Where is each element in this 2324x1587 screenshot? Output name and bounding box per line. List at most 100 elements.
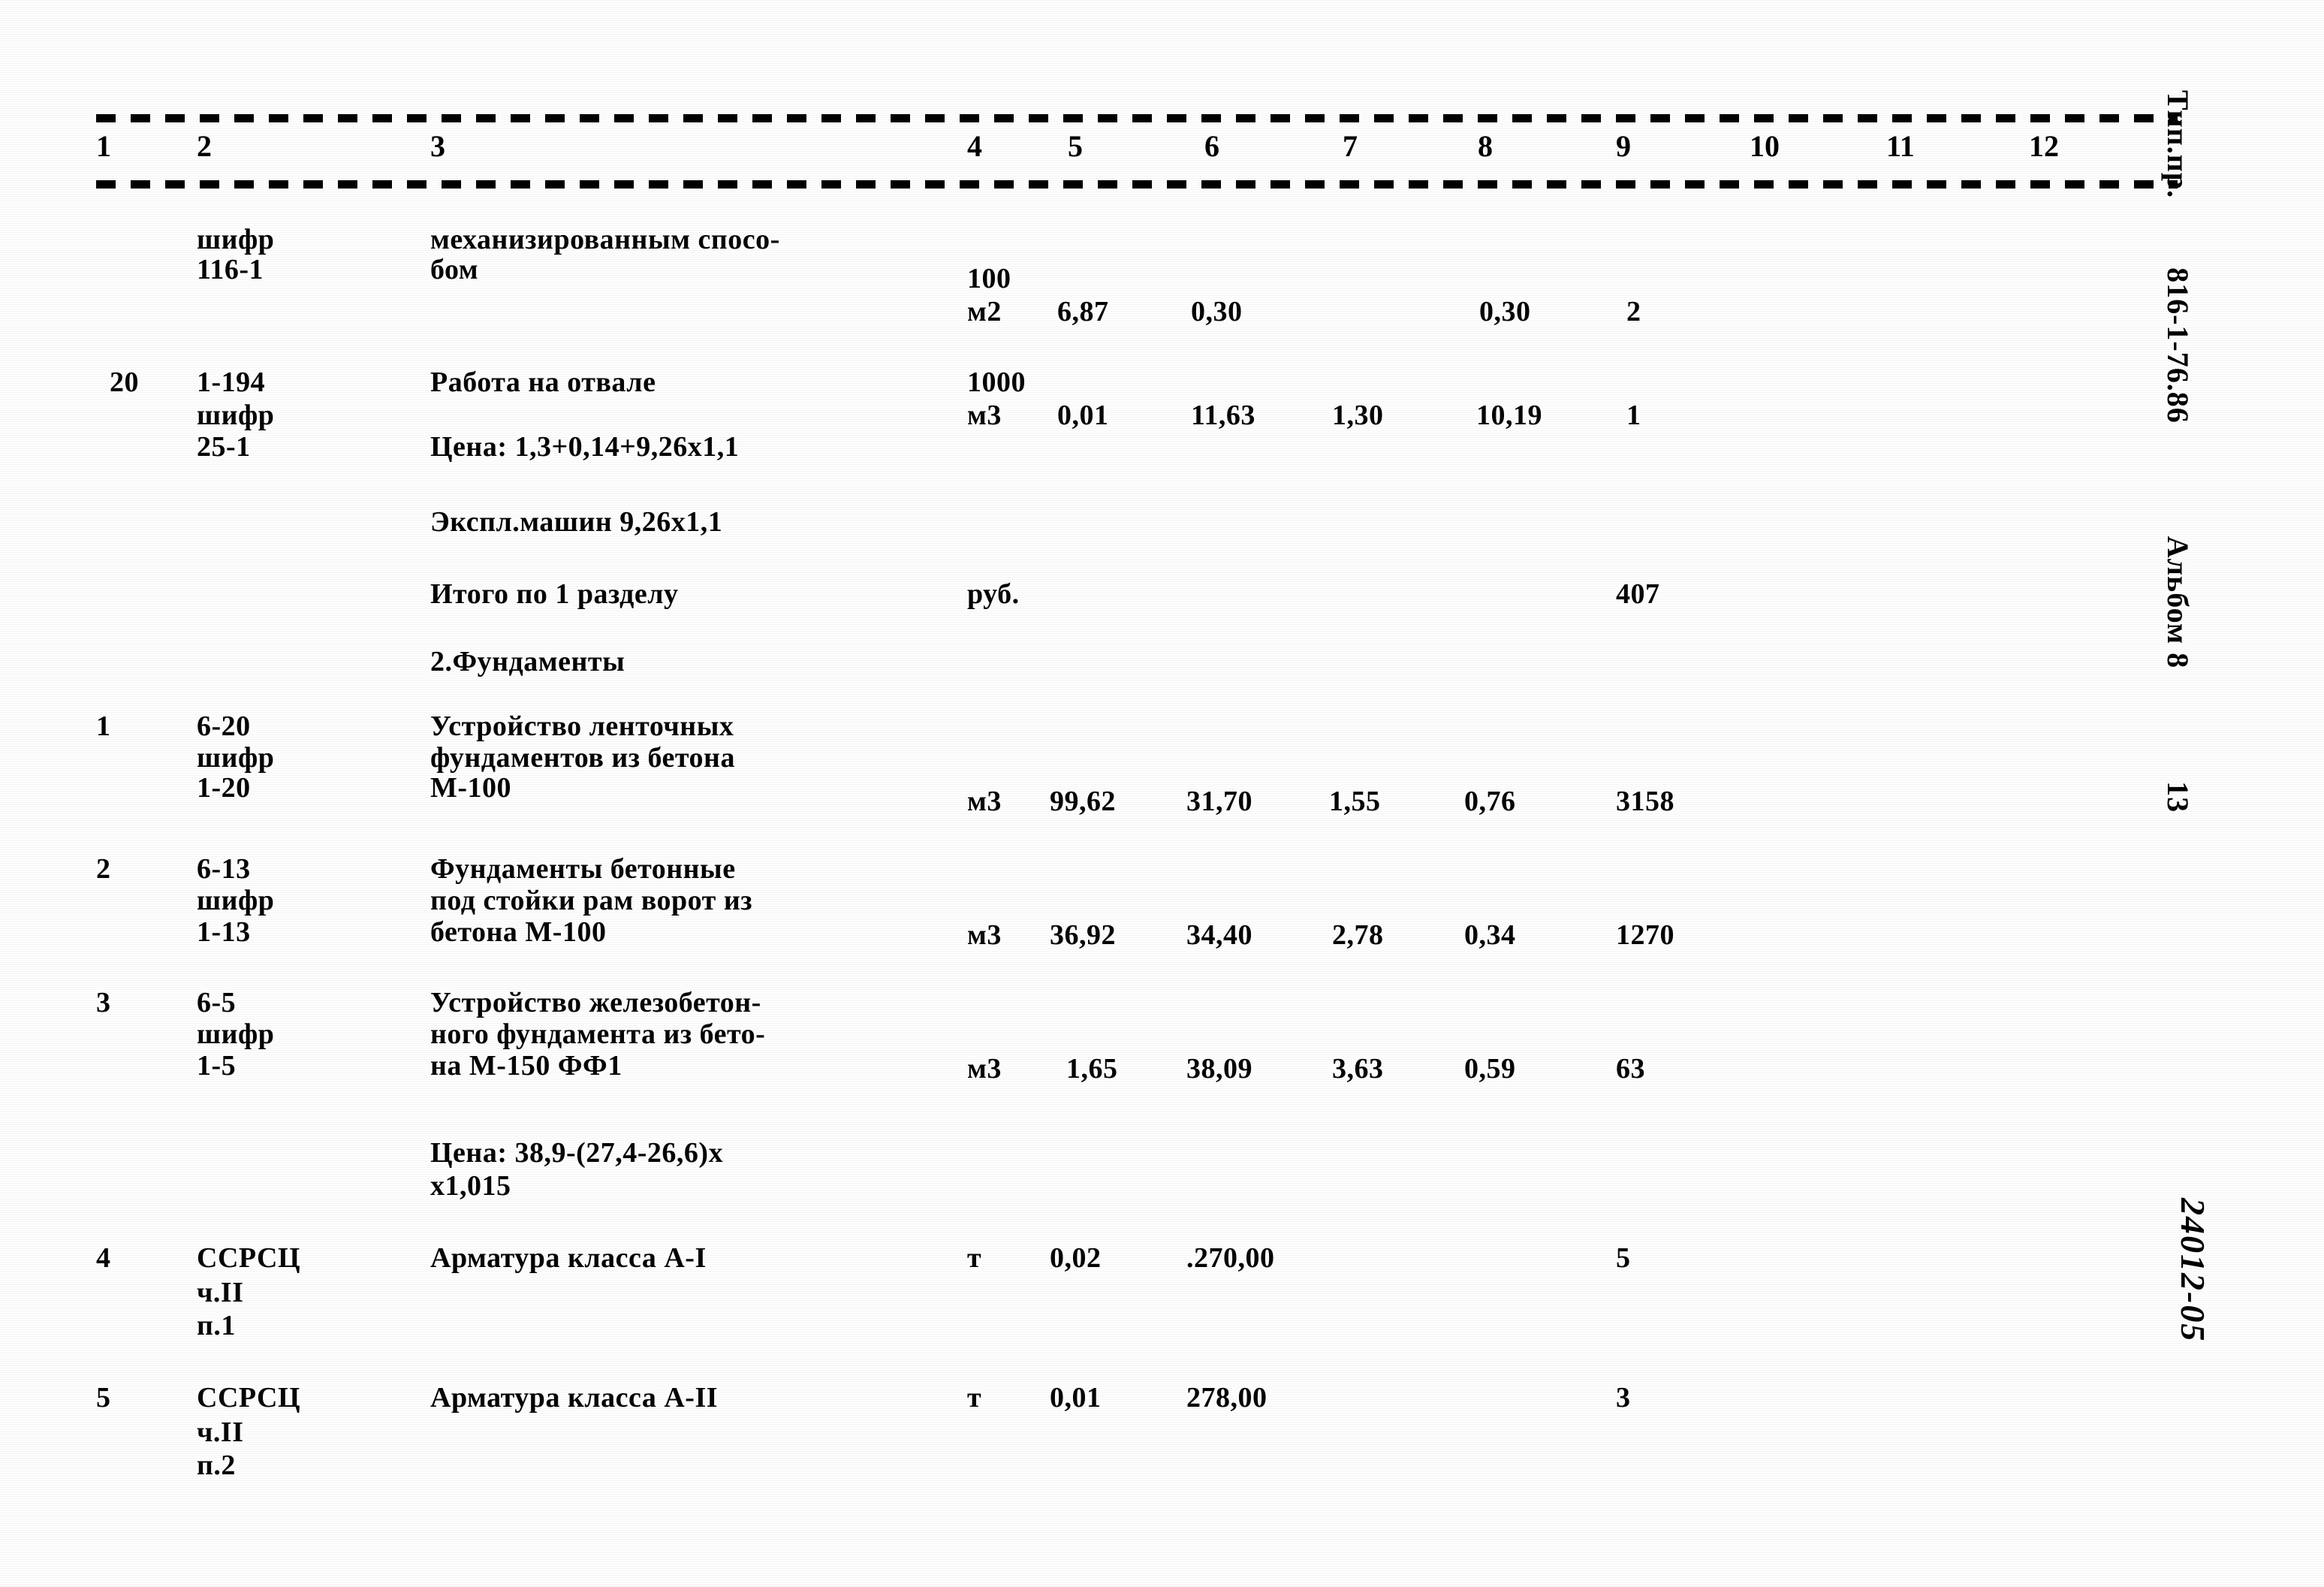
side-stamp-prefix: Тип.пр. xyxy=(2161,90,2195,199)
column-header-5: 5 xyxy=(1068,129,1083,163)
column-header-1: 1 xyxy=(96,129,111,163)
table-row-name: Работа на отвале xyxy=(430,367,656,398)
table-row-unit: 100 xyxy=(967,263,1011,294)
table-cell-c8: 0,30 xyxy=(1479,296,1531,327)
column-header-4: 4 xyxy=(967,129,982,163)
section-total-label: Итого по 1 разделу xyxy=(430,578,679,610)
table-row-code: шифр xyxy=(197,885,275,916)
column-header-11: 11 xyxy=(1886,129,1915,163)
table-cell-c5: 36,92 xyxy=(1050,919,1116,951)
side-stamp-page: 13 xyxy=(2161,781,2195,813)
table-row-code: 116-1 xyxy=(197,254,264,285)
table-cell-c9: 2 xyxy=(1626,296,1641,327)
table-row-no: 3 xyxy=(96,987,111,1018)
column-header-12: 12 xyxy=(2029,129,2059,163)
table-cell-c5: 1,65 xyxy=(1066,1053,1118,1085)
table-cell-c9: 1 xyxy=(1626,400,1641,431)
table-row-unit: м2 xyxy=(967,296,1002,327)
table-row-unit: м3 xyxy=(967,400,1002,431)
table-cell-c8: 0,59 xyxy=(1464,1053,1516,1085)
table-row-name: под стойки рам ворот из xyxy=(430,885,752,916)
column-header-6: 6 xyxy=(1204,129,1219,163)
table-row-no: 2 xyxy=(96,853,111,885)
table-cell-c6: 38,09 xyxy=(1186,1053,1252,1085)
table-cell-c8: 0,34 xyxy=(1464,919,1516,951)
column-header-8: 8 xyxy=(1478,129,1493,163)
table-row-name: ного фундамента из бето- xyxy=(430,1018,766,1050)
table-cell-c9: 5 xyxy=(1616,1242,1631,1274)
scan-grain-overlay xyxy=(0,0,2324,1587)
table-row-name: на М-150 ФФ1 xyxy=(430,1050,622,1082)
table-row-no: 4 xyxy=(96,1242,111,1274)
note-machinery-row20: Экспл.машин 9,26х1,1 xyxy=(430,506,723,538)
table-cell-c7: 1,30 xyxy=(1332,400,1384,431)
table-cell-c7: 2,78 xyxy=(1332,919,1384,951)
table-row-code: 6-20 xyxy=(197,711,251,742)
note-price-row20: Цена: 1,3+0,14+9,26х1,1 xyxy=(430,431,740,463)
table-row-code: 6-5 xyxy=(197,987,237,1018)
table-cell-c9: 3 xyxy=(1616,1382,1631,1414)
column-header-10: 10 xyxy=(1750,129,1780,163)
table-cell-c6: 11,63 xyxy=(1191,400,1255,431)
table-row-code: шифр xyxy=(197,400,275,431)
table-cell-c6: 0,30 xyxy=(1191,296,1243,327)
table-cell-c9: 63 xyxy=(1616,1053,1645,1085)
table-cell-c7: 3,63 xyxy=(1332,1053,1384,1085)
section-total-unit: руб. xyxy=(967,578,1020,610)
table-cell-c6: 34,40 xyxy=(1186,919,1252,951)
table-row-code: 6-13 xyxy=(197,853,251,885)
table-cell-c9: 1270 xyxy=(1616,919,1674,951)
document-page: 1 2 3 4 5 6 7 8 9 10 11 12 шифр 116-1 ме… xyxy=(0,0,2324,1587)
table-row-code: шифр xyxy=(197,1018,275,1050)
table-row-code: ч.II xyxy=(197,1277,244,1308)
table-cell-c5: 6,87 xyxy=(1057,296,1109,327)
handwritten-archive-mark: 24012-05 xyxy=(2174,1198,2212,1343)
table-row-name: Арматура класса А-I xyxy=(430,1242,707,1274)
table-cell-c6: 278,00 xyxy=(1186,1382,1267,1414)
section-heading-2: 2.Фундаменты xyxy=(430,646,625,677)
table-row-name: Фундаменты бетонные xyxy=(430,853,736,885)
table-cell-c7: 1,55 xyxy=(1329,786,1381,817)
table-row-name: бетона М-100 xyxy=(430,916,607,948)
column-header-9: 9 xyxy=(1616,129,1631,163)
table-row-name: Устройство ленточных xyxy=(430,711,734,742)
section-total-value: 407 xyxy=(1616,578,1660,610)
side-stamp-album: Альбом 8 xyxy=(2161,536,2195,669)
column-header-3: 3 xyxy=(430,129,445,163)
table-cell-c6: 31,70 xyxy=(1186,786,1252,817)
table-row-code: ССРСЦ xyxy=(197,1382,301,1414)
table-row-code: 1-13 xyxy=(197,916,251,948)
table-row-code: 1-20 xyxy=(197,772,251,804)
column-header-7: 7 xyxy=(1343,129,1358,163)
table-row-unit: т xyxy=(967,1242,982,1274)
table-row-code: п.1 xyxy=(197,1310,236,1341)
table-row-code: ч.II xyxy=(197,1417,244,1448)
table-row-code: ССРСЦ xyxy=(197,1242,301,1274)
side-stamp-code: 816-1-76.86 xyxy=(2161,267,2195,424)
table-row-unit: т xyxy=(967,1382,982,1414)
table-row-unit: м3 xyxy=(967,1053,1002,1085)
table-row-unit: м3 xyxy=(967,786,1002,817)
column-header-2: 2 xyxy=(197,129,212,163)
table-cell-c5: 0,02 xyxy=(1050,1242,1102,1274)
table-row-no: 5 xyxy=(96,1382,111,1414)
table-row-name: механизированным спосо- xyxy=(430,224,780,255)
table-cell-c5: 99,62 xyxy=(1050,786,1116,817)
table-row-name: Арматура класса А-II xyxy=(430,1382,719,1414)
table-header-bottom-rule xyxy=(96,180,2178,189)
table-row-name: М-100 xyxy=(430,772,512,804)
note-price-row3: х1,015 xyxy=(430,1170,511,1202)
table-cell-c6: .270,00 xyxy=(1186,1242,1275,1274)
table-header-top-rule xyxy=(96,114,2178,122)
table-row-code: 1-194 xyxy=(197,367,266,398)
table-row-unit: м3 xyxy=(967,919,1002,951)
table-cell-c5: 0,01 xyxy=(1050,1382,1102,1414)
table-row-name: Устройство железобетон- xyxy=(430,987,761,1018)
table-cell-c8: 10,19 xyxy=(1476,400,1542,431)
table-row-code: 25-1 xyxy=(197,431,251,463)
table-row-unit: 1000 xyxy=(967,367,1026,398)
table-row-code: 1-5 xyxy=(197,1050,237,1082)
table-row-code: п.2 xyxy=(197,1450,236,1481)
table-cell-c8: 0,76 xyxy=(1464,786,1516,817)
table-row-name: бом xyxy=(430,254,479,285)
